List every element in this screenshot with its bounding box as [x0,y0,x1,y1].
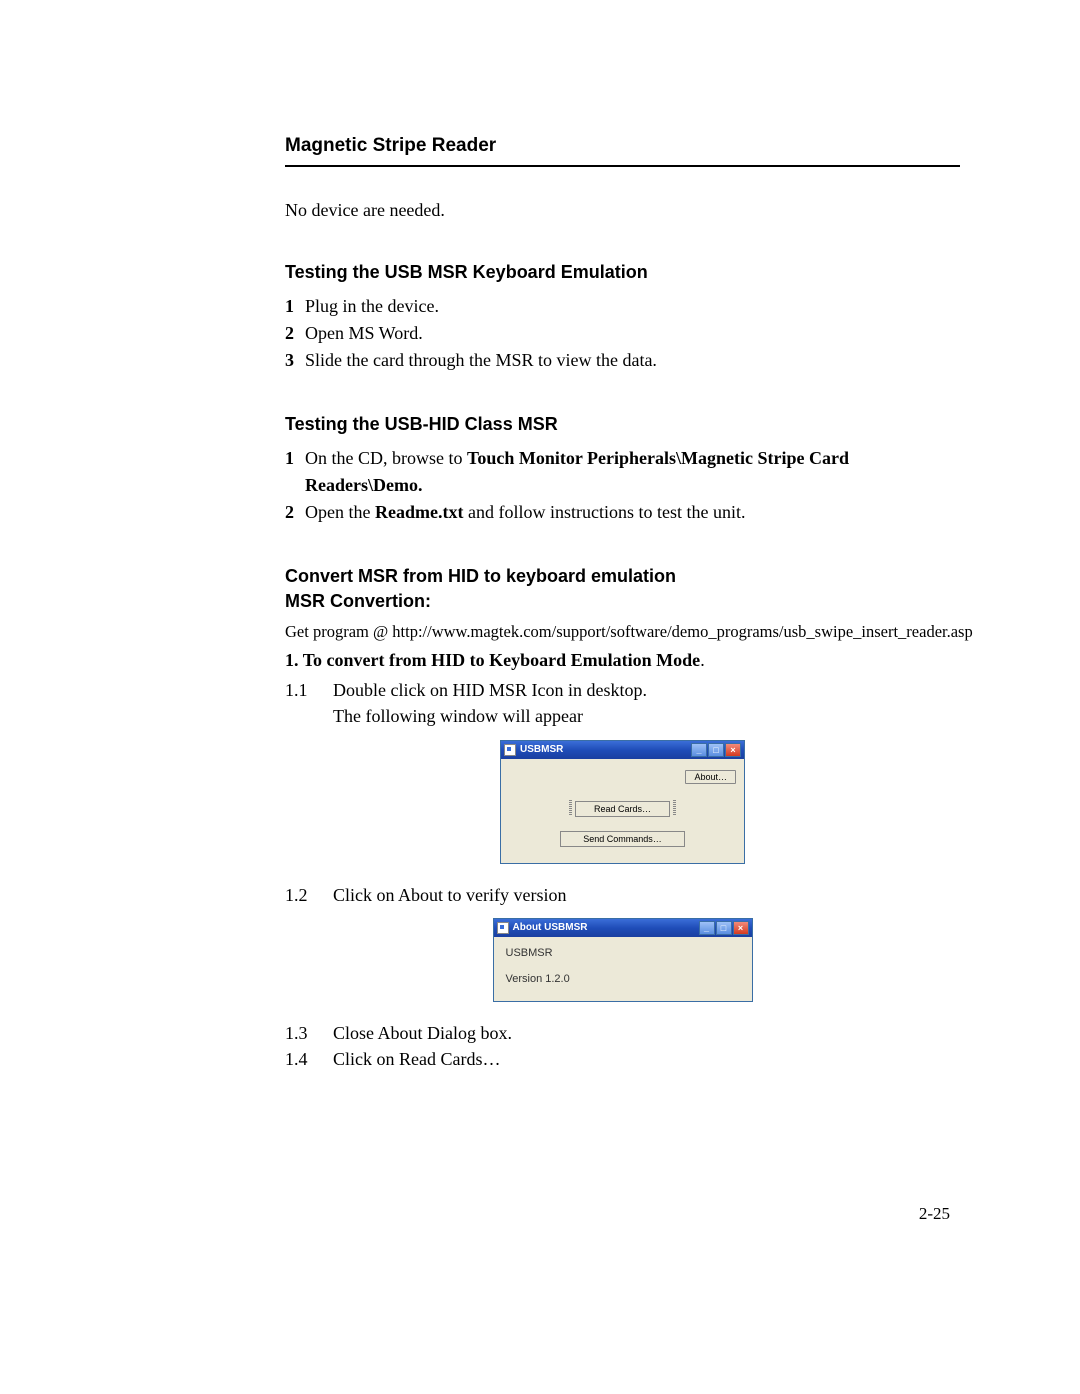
titlebar-title: About USBMSR [513,922,588,933]
step-heading-period: . [700,650,705,670]
list-item: 1.2 Click on About to verify version [285,882,960,908]
subheading-convert-b: MSR Convertion: [285,591,960,612]
text-run: Open the [305,502,375,522]
text-run: On the CD, browse to [305,448,467,468]
dialog-body: USBMSR Version 1.2.0 [494,937,752,1001]
list-usb-hid: 1 On the CD, browse to Touch Monitor Per… [285,445,960,526]
url-line: Get program @ http://www.magtek.com/supp… [285,622,960,642]
about-button[interactable]: About… [685,770,736,784]
list-item: 3 Slide the card through the MSR to view… [285,347,960,374]
subheading-usb-hid: Testing the USB-HID Class MSR [285,414,960,435]
heading-rule [285,165,960,167]
titlebar: About USBMSR _ □ × [494,919,752,937]
substep-list: 1.3 Close About Dialog box. 1.4 Click on… [285,1020,960,1072]
list-item: 2 Open MS Word. [285,320,960,347]
list-item: 1.3 Close About Dialog box. [285,1020,960,1046]
close-button[interactable]: × [733,921,749,935]
dialog-about-usbmsr: About USBMSR _ □ × USBMSR Version 1.2.0 [493,918,753,1002]
list-item: 1.4 Click on Read Cards… [285,1046,960,1072]
list-number: 2 [285,320,303,347]
close-button[interactable]: × [725,743,741,757]
section-heading: Magnetic Stripe Reader [285,135,960,157]
list-item: 2 Open the Readme.txt and follow instruc… [285,499,960,526]
substep-text: Click on Read Cards… [333,1046,960,1072]
dialog-body: About… Read Cards… Send Commands… [501,759,744,863]
step-heading: 1. To convert from HID to Keyboard Emula… [285,650,960,671]
list-number: 1 [285,293,303,320]
list-text: On the CD, browse to Touch Monitor Perip… [305,445,960,499]
grip-icon [673,800,676,816]
list-text: Open MS Word. [305,320,960,347]
step-heading-text: To convert from HID to Keyboard Emulatio… [303,650,701,670]
substep-number: 1.1 [285,677,333,729]
list-item: 1 Plug in the device. [285,293,960,320]
maximize-button[interactable]: □ [708,743,724,757]
subheading-convert-block: Convert MSR from HID to keyboard emulati… [285,566,960,612]
substep-number: 1.4 [285,1046,333,1072]
about-line-version: Version 1.2.0 [506,973,740,985]
substep-list: 1.1 Double click on HID MSR Icon in desk… [285,677,960,729]
titlebar: USBMSR _ □ × [501,741,744,759]
step-heading-num: 1. [285,650,303,670]
send-commands-button[interactable]: Send Commands… [560,831,685,847]
grip-icon [569,800,572,816]
substep-number: 1.3 [285,1020,333,1046]
app-icon [504,744,516,756]
text-line: Double click on HID MSR Icon in desktop. [333,680,647,700]
text-line: The following window will appear [333,706,583,726]
app-icon [497,922,509,934]
list-text: Plug in the device. [305,293,960,320]
list-number: 2 [285,499,303,526]
list-number: 3 [285,347,303,374]
list-text: Slide the card through the MSR to view t… [305,347,960,374]
subheading-usb-kbd: Testing the USB MSR Keyboard Emulation [285,262,960,283]
page-number: 2-25 [919,1204,950,1224]
document-page: Magnetic Stripe Reader No device are nee… [0,0,1080,1394]
read-cards-button[interactable]: Read Cards… [575,801,670,817]
text-run: and follow instructions to test the unit… [463,502,745,522]
intro-paragraph: No device are needed. [285,199,960,222]
substep-text: Double click on HID MSR Icon in desktop.… [333,677,960,729]
list-number: 1 [285,445,303,499]
titlebar-title: USBMSR [520,744,563,755]
maximize-button[interactable]: □ [716,921,732,935]
substep-list: 1.2 Click on About to verify version [285,882,960,908]
minimize-button[interactable]: _ [699,921,715,935]
substep-number: 1.2 [285,882,333,908]
about-line-name: USBMSR [506,947,740,959]
screenshot-about-dialog: About USBMSR _ □ × USBMSR Version 1.2.0 [285,918,960,1002]
list-usb-kbd: 1 Plug in the device. 2 Open MS Word. 3 … [285,293,960,374]
substep-text: Click on About to verify version [333,882,960,908]
text-bold: Readme.txt [375,502,463,522]
minimize-button[interactable]: _ [691,743,707,757]
list-item: 1.1 Double click on HID MSR Icon in desk… [285,677,960,729]
list-text: Open the Readme.txt and follow instructi… [305,499,960,526]
substep-text: Close About Dialog box. [333,1020,960,1046]
list-item: 1 On the CD, browse to Touch Monitor Per… [285,445,960,499]
dialog-usbmsr: USBMSR _ □ × About… Read Cards… [500,740,745,864]
subheading-convert-a: Convert MSR from HID to keyboard emulati… [285,566,960,587]
screenshot-usbmsr-dialog: USBMSR _ □ × About… Read Cards… [285,740,960,864]
